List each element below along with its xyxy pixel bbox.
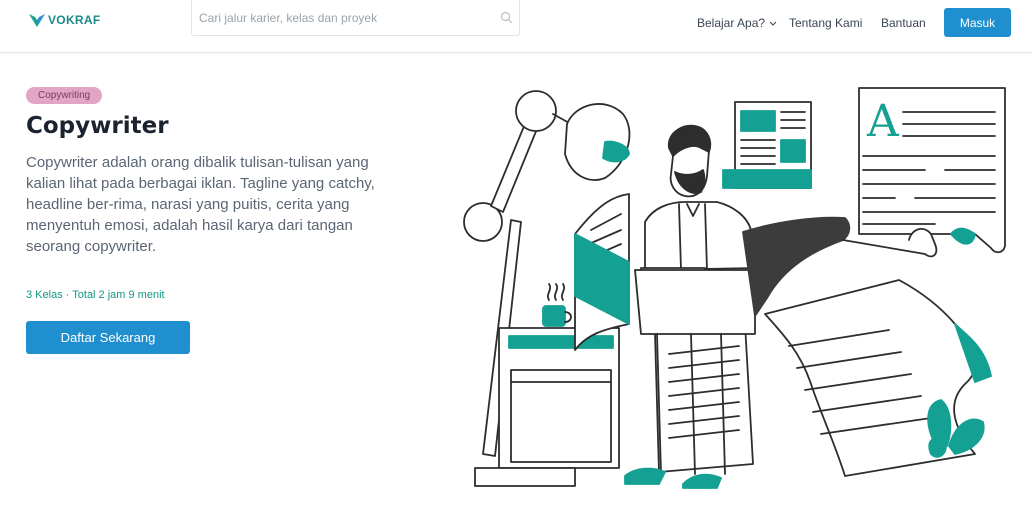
class-meta: 3 Kelas · Total 2 jam 9 menit bbox=[26, 289, 165, 301]
search-icon[interactable] bbox=[500, 11, 513, 24]
nav-tentang-kami[interactable]: Tentang Kami bbox=[789, 16, 862, 30]
search-bar bbox=[191, 0, 520, 36]
logo-text: VOKRAF bbox=[48, 13, 101, 27]
chevron-down-icon bbox=[770, 21, 777, 26]
copywriter-illustration: A bbox=[455, 87, 1015, 489]
search-input[interactable] bbox=[199, 9, 489, 27]
career-description: Copywriter adalah orang dibalik tulisan-… bbox=[26, 154, 375, 255]
category-tag[interactable]: Copywriting bbox=[26, 87, 103, 104]
nav-belajar-apa[interactable]: Belajar Apa? bbox=[697, 16, 777, 30]
vokraf-logo-icon bbox=[29, 14, 45, 27]
login-button[interactable]: Masuk bbox=[944, 8, 1011, 37]
page-title: Copywriter bbox=[26, 113, 169, 139]
nav-belajar-apa-label: Belajar Apa? bbox=[697, 16, 766, 30]
register-button[interactable]: Daftar Sekarang bbox=[26, 321, 190, 354]
nav-bantuan[interactable]: Bantuan bbox=[881, 16, 926, 30]
document-letter: A bbox=[866, 96, 900, 147]
logo[interactable]: VOKRAF bbox=[28, 11, 100, 29]
top-navbar: VOKRAF Belajar Apa? Tentang Kami Bantuan… bbox=[0, 0, 1032, 53]
